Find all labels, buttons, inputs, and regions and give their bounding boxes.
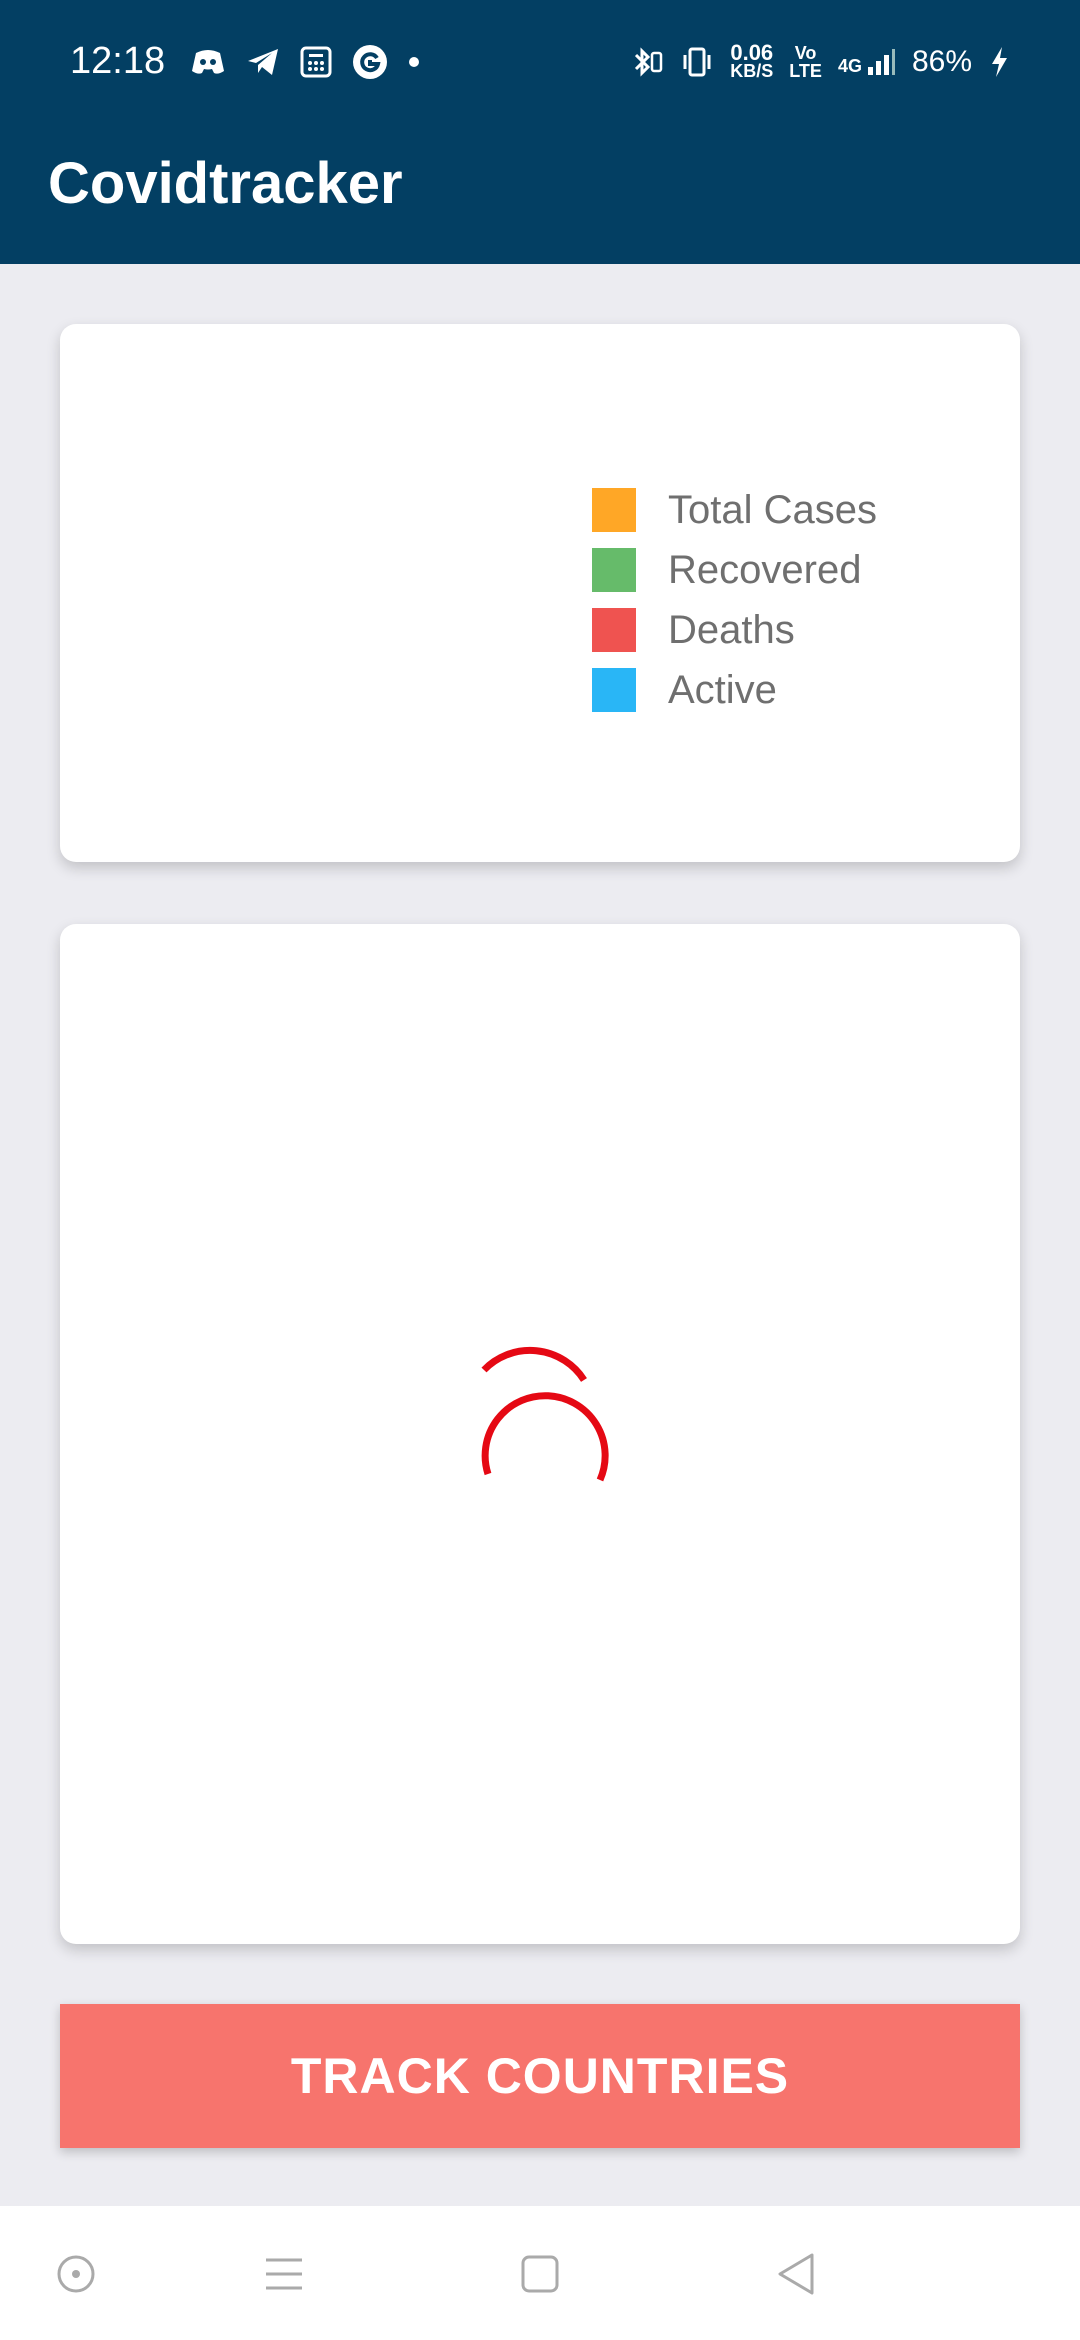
assistant-button[interactable] <box>54 2252 98 2296</box>
signal-icon <box>867 49 895 75</box>
notification-icons <box>190 44 420 80</box>
legend-item-deaths: Deaths <box>592 600 877 660</box>
legend-swatch-active <box>592 668 636 712</box>
legend-label-recovered: Recovered <box>668 547 862 592</box>
summary-card: Total Cases Recovered Deaths Active <box>60 324 1020 862</box>
app-title: Covidtracker <box>48 151 403 216</box>
volte-line1: Vo <box>794 43 817 63</box>
bluetooth-icon <box>635 47 663 77</box>
menu-icon <box>266 2258 302 2290</box>
volte-line2: LTE <box>789 61 822 81</box>
home-square-icon <box>521 2255 559 2293</box>
home-button[interactable] <box>518 2252 562 2296</box>
calculator-icon <box>300 46 332 78</box>
legend-label-total-cases: Total Cases <box>668 487 877 532</box>
legend-swatch-total-cases <box>592 488 636 532</box>
status-bar: 12:18 0.06 KB/S Vo LTE 4G 86% <box>0 0 1080 130</box>
status-time: 12:18 <box>70 40 166 82</box>
network-speed-unit: KB/S <box>730 61 774 81</box>
stats-card <box>60 924 1020 1944</box>
legend-swatch-recovered <box>592 548 636 592</box>
legend-item-recovered: Recovered <box>592 540 877 600</box>
google-icon <box>353 45 387 79</box>
telegram-icon <box>248 49 278 75</box>
legend-swatch-deaths <box>592 608 636 652</box>
system-nav-bar <box>0 2206 1080 2340</box>
menu-button[interactable] <box>262 2252 306 2296</box>
discord-icon <box>192 50 224 74</box>
assistant-icon <box>57 2255 95 2293</box>
volte-indicator: Vo LTE <box>789 44 822 80</box>
network-speed-value: 0.06 <box>730 40 774 65</box>
legend-item-active: Active <box>592 660 877 720</box>
app-bar: Covidtracker <box>0 130 1080 264</box>
legend-label-deaths: Deaths <box>668 607 795 652</box>
track-countries-button[interactable]: TRACK COUNTRIES <box>60 2004 1020 2148</box>
charging-icon <box>992 47 1007 77</box>
battery-percent: 86% <box>911 45 972 78</box>
legend-label-active: Active <box>668 667 777 712</box>
signal-group: 4G <box>838 47 896 77</box>
back-button[interactable] <box>774 2252 818 2296</box>
dot-icon <box>409 57 419 67</box>
back-triangle-icon <box>778 2253 814 2295</box>
legend-item-total-cases: Total Cases <box>592 480 877 540</box>
network-speed: 0.06 KB/S <box>730 40 774 81</box>
loading-spinner-icon <box>481 1346 609 1482</box>
chart-legend: Total Cases Recovered Deaths Active <box>592 480 877 720</box>
vibrate-icon <box>683 47 711 77</box>
signal-type-label: 4G <box>837 56 862 76</box>
system-status: 0.06 KB/S Vo LTE 4G 86% <box>630 40 1010 81</box>
